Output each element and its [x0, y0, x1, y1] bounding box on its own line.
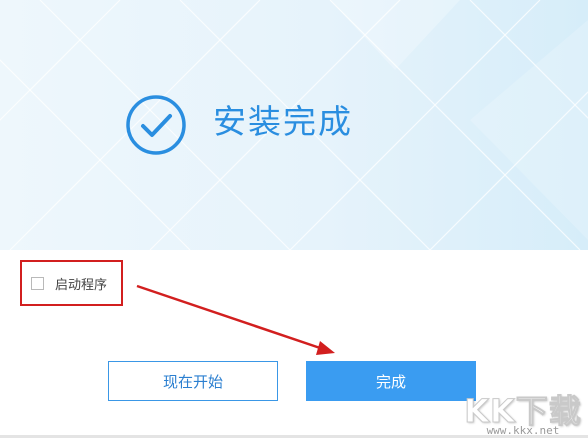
site-watermark: KK下载 www.kkx.net: [464, 380, 582, 438]
header-banner: 安装完成: [0, 0, 588, 250]
launch-program-checkbox[interactable]: [31, 276, 44, 290]
launch-program-label: 启动程序: [55, 277, 108, 293]
start-now-button[interactable]: 现在开始: [108, 361, 278, 401]
install-complete-title: 安装完成: [213, 102, 353, 141]
check-circle-icon: [126, 95, 186, 155]
launch-program-option[interactable]: 启动程序: [20, 260, 123, 306]
finish-button[interactable]: 完成: [306, 361, 476, 401]
